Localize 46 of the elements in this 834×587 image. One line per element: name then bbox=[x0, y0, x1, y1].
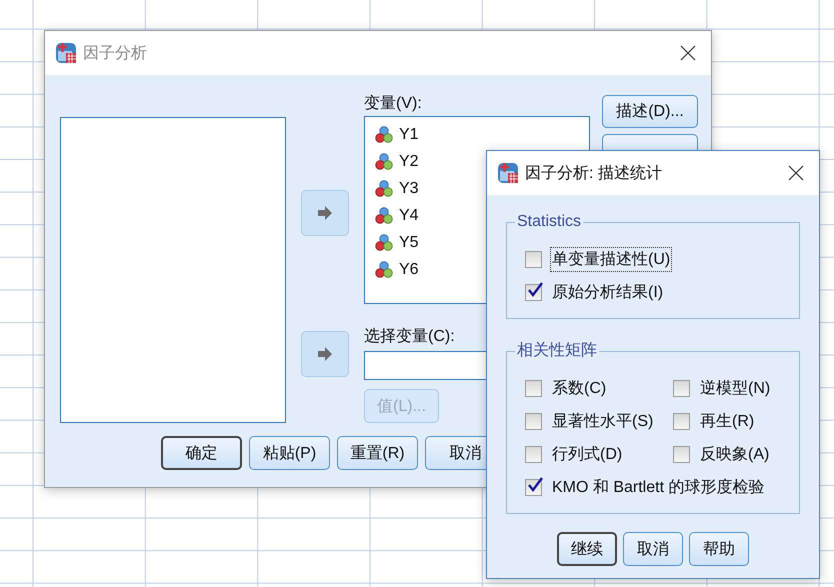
app-icon bbox=[497, 162, 519, 184]
check-icon bbox=[527, 282, 543, 298]
move-button[interactable] bbox=[301, 190, 349, 236]
app-icon bbox=[55, 42, 77, 64]
variable-icon bbox=[375, 261, 393, 278]
checkbox[interactable] bbox=[525, 478, 542, 496]
checkbox-label[interactable]: 行列式(D) bbox=[550, 442, 624, 466]
button[interactable]: 粘贴(P) bbox=[249, 436, 330, 470]
button[interactable]: 确定 bbox=[161, 436, 242, 470]
field-label: 选择变量(C): bbox=[364, 327, 455, 347]
arrow-icon bbox=[317, 205, 333, 221]
checkbox-label[interactable]: 再生(R) bbox=[698, 408, 756, 434]
list-item[interactable]: Y1 bbox=[365, 121, 589, 148]
checkbox-label[interactable]: 系数(C) bbox=[550, 376, 608, 400]
variable-icon bbox=[375, 126, 393, 143]
variable-icon bbox=[375, 207, 393, 224]
checkbox-label[interactable]: 单变量描述性(U) bbox=[550, 246, 672, 272]
checkbox[interactable] bbox=[673, 380, 690, 396]
checkbox[interactable] bbox=[525, 284, 542, 300]
button[interactable]: 重置(R) bbox=[337, 436, 418, 470]
checkbox-label[interactable]: 显著性水平(S) bbox=[550, 408, 656, 434]
checkbox-label[interactable]: KMO 和 Bartlett 的球形度检验 bbox=[550, 474, 766, 500]
button[interactable]: 帮助 bbox=[689, 532, 749, 566]
close-button[interactable] bbox=[787, 164, 805, 182]
checkbox[interactable] bbox=[525, 380, 542, 396]
close-button[interactable] bbox=[679, 44, 697, 62]
variable-icon bbox=[375, 234, 393, 251]
checkbox[interactable] bbox=[673, 412, 690, 430]
check-icon bbox=[527, 476, 543, 492]
checkbox-label[interactable]: 反映象(A) bbox=[698, 442, 772, 466]
button[interactable]: 继续 bbox=[557, 532, 617, 566]
window-title: 因子分析 bbox=[83, 44, 148, 64]
field-label: 变量(V): bbox=[364, 94, 422, 114]
variable-icon bbox=[375, 180, 393, 197]
checkbox[interactable] bbox=[525, 250, 542, 268]
checkbox[interactable] bbox=[525, 412, 542, 430]
variable-icon bbox=[375, 153, 393, 170]
checkbox-label[interactable]: 逆模型(N) bbox=[698, 376, 772, 400]
close-icon bbox=[787, 164, 805, 182]
button[interactable]: 取消 bbox=[623, 532, 683, 566]
arrow-icon bbox=[317, 346, 333, 362]
checkbox[interactable] bbox=[673, 446, 690, 462]
close-icon bbox=[679, 44, 697, 62]
checkbox[interactable] bbox=[525, 446, 542, 462]
button[interactable]: 描述(D)... bbox=[602, 95, 698, 128]
move-button[interactable] bbox=[301, 331, 349, 377]
